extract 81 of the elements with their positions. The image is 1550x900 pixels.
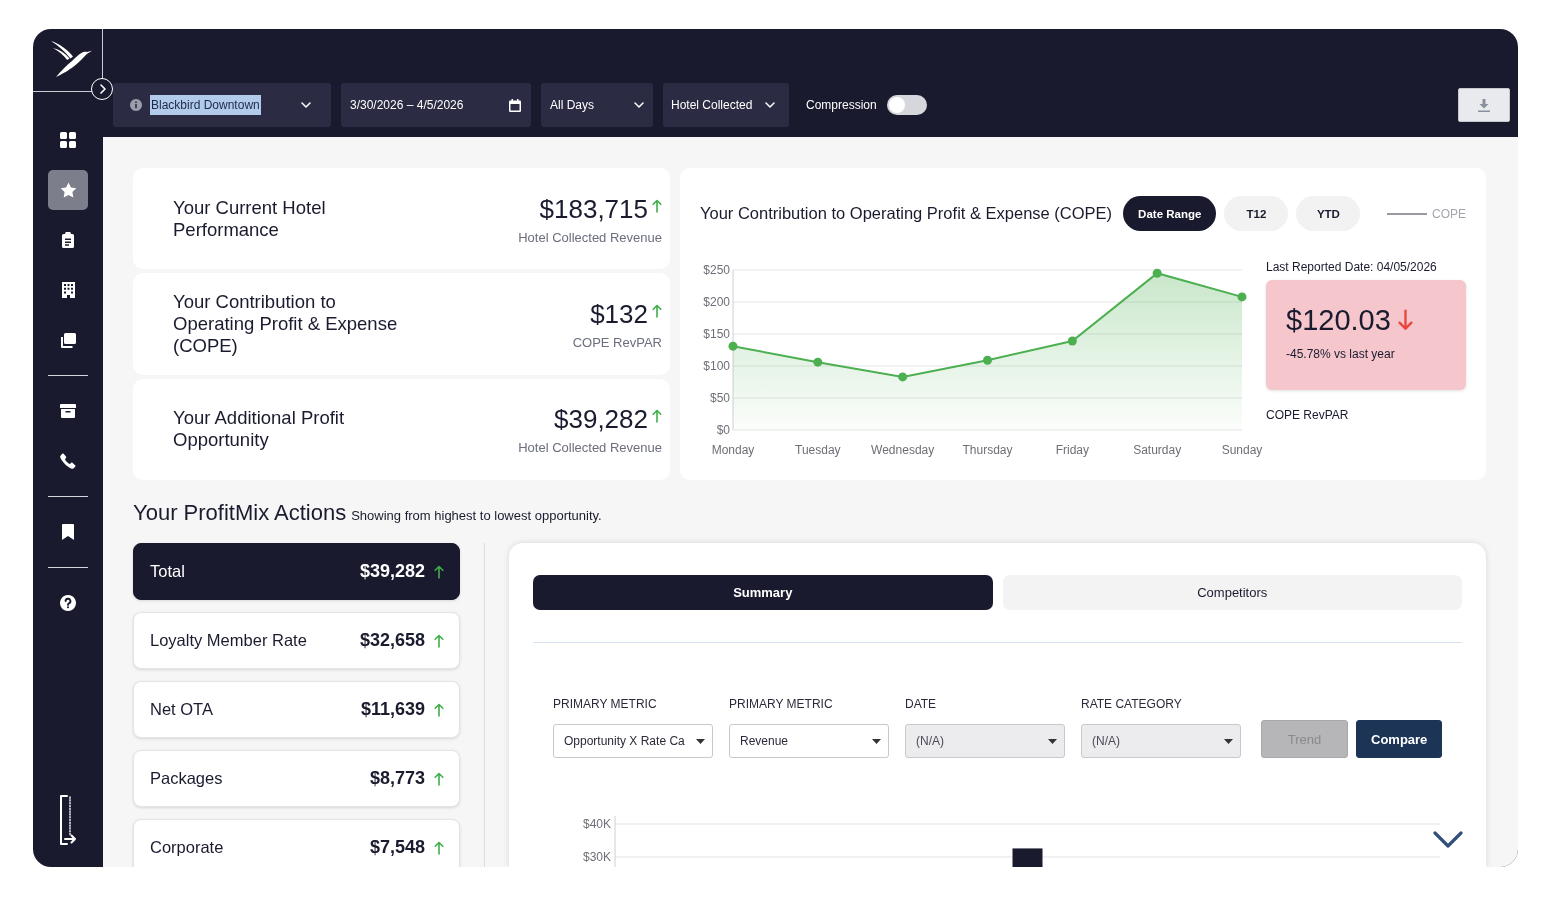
- view-tab[interactable]: Competitors: [1002, 575, 1462, 610]
- axis-label: $30K: [582, 850, 611, 864]
- view-tab[interactable]: Summary: [533, 575, 993, 610]
- star-icon: [59, 182, 77, 198]
- card-caption: Hotel Collected Revenue: [518, 440, 662, 456]
- axis-label: Wednesday: [871, 443, 935, 457]
- action-list-item[interactable]: Loyalty Member Rate $32,658: [133, 612, 460, 669]
- axis-label: Monday: [711, 443, 755, 457]
- chevron-right-icon: [99, 84, 106, 94]
- dropdown[interactable]: Opportunity X Rate Ca: [553, 724, 713, 758]
- download-button[interactable]: [1458, 88, 1510, 122]
- axis-label: Saturday: [1133, 443, 1182, 457]
- filter-label: PRIMARY METRIC: [553, 697, 658, 711]
- section-subtitle: Showing from highest to lowest opportunity.: [351, 508, 602, 523]
- kpi-value: $120.03: [1286, 303, 1391, 338]
- card-caption: Hotel Collected Revenue: [518, 229, 662, 245]
- axis-label: $50: [709, 391, 730, 405]
- calendar-icon: [509, 98, 521, 112]
- card-title: Your Additional Profit Opportunity: [173, 407, 346, 452]
- chevron-down-icon: [301, 102, 311, 108]
- info-icon: [130, 99, 142, 111]
- chevron-down-icon[interactable]: [1433, 831, 1463, 848]
- phone-icon: [60, 453, 76, 469]
- archive-box-icon: [60, 404, 76, 418]
- building-icon: [61, 282, 75, 298]
- axis-label: Friday: [1055, 443, 1089, 457]
- card-caption: COPE RevPAR: [572, 335, 662, 350]
- grid-icon: [60, 132, 76, 148]
- date-range-field[interactable]: 3/30/2026 – 4/5/2026: [341, 83, 531, 127]
- caret-down-icon: [1224, 738, 1233, 744]
- help-icon: [60, 595, 76, 611]
- axis-label: $250: [703, 263, 730, 277]
- action-list-item[interactable]: Corporate $7,548: [133, 819, 460, 867]
- compression-toggle[interactable]: [886, 95, 927, 115]
- card-title: Your Contribution to Operating Profit & Expense (COPE): [173, 291, 399, 357]
- last-reported-date: Last Reported Date: 04/05/2026: [1266, 260, 1437, 274]
- card-title: Your Current Hotel Performance: [173, 196, 327, 241]
- caret-down-icon: [1048, 738, 1057, 744]
- filter-label: PRIMARY METRIC: [729, 697, 834, 711]
- axis-label: $40K: [582, 817, 611, 831]
- axis-label: $100: [703, 359, 730, 373]
- logout-icon[interactable]: [59, 795, 77, 845]
- download-icon: [1478, 98, 1490, 112]
- axis-label: Sunday: [1221, 443, 1263, 457]
- axis-label: $200: [703, 295, 730, 309]
- axis-label: Thursday: [962, 443, 1013, 457]
- days-select[interactable]: All Days: [541, 83, 653, 127]
- revenue-source-select[interactable]: Hotel Collected: [663, 83, 789, 127]
- caret-down-icon: [872, 738, 881, 744]
- section-title: Your ProfitMix Actions: [133, 500, 347, 526]
- chevron-down-icon: [634, 102, 644, 108]
- chevron-down-icon: [765, 102, 775, 108]
- period-tab[interactable]: T12: [1224, 196, 1289, 231]
- period-tab[interactable]: YTD: [1296, 196, 1361, 231]
- filter-label: DATE: [905, 697, 938, 711]
- property-select[interactable]: Blackbird Downtown: [113, 83, 331, 127]
- compression-label: Compression: [806, 97, 877, 114]
- kpi-caption: COPE RevPAR: [1266, 408, 1349, 422]
- sidebar-toggle-button[interactable]: [91, 78, 113, 100]
- action-list-item[interactable]: Packages $8,773: [133, 750, 460, 807]
- card-value: $183,715: [539, 192, 648, 225]
- bird-logo: [50, 40, 92, 78]
- action-list-item[interactable]: Net OTA $11,639: [133, 681, 460, 738]
- filter-label: RATE CATEGORY: [1081, 697, 1183, 711]
- period-tab[interactable]: Date Range: [1123, 196, 1217, 231]
- axis-label: $0: [716, 423, 730, 437]
- dropdown[interactable]: Revenue: [729, 724, 889, 758]
- clipboard-icon: [62, 232, 74, 248]
- legend-label: COPE: [1432, 206, 1466, 221]
- kpi-change: -45.78% vs last year: [1286, 347, 1395, 361]
- panel-title: Your Contribution to Operating Profit & Expense (COPE): [700, 204, 1113, 223]
- axis-label: Tuesday: [795, 443, 841, 457]
- filter-button[interactable]: Compare: [1356, 720, 1443, 758]
- bookmark-icon: [62, 524, 74, 540]
- legend-line-icon: [1387, 212, 1427, 215]
- action-list-item[interactable]: Total $39,282: [133, 543, 460, 600]
- axis-label: $150: [703, 327, 730, 341]
- caret-down-icon: [696, 738, 705, 744]
- copy-icon: [60, 332, 76, 348]
- card-value: $132: [590, 298, 648, 330]
- card-value: $39,282: [554, 403, 648, 436]
